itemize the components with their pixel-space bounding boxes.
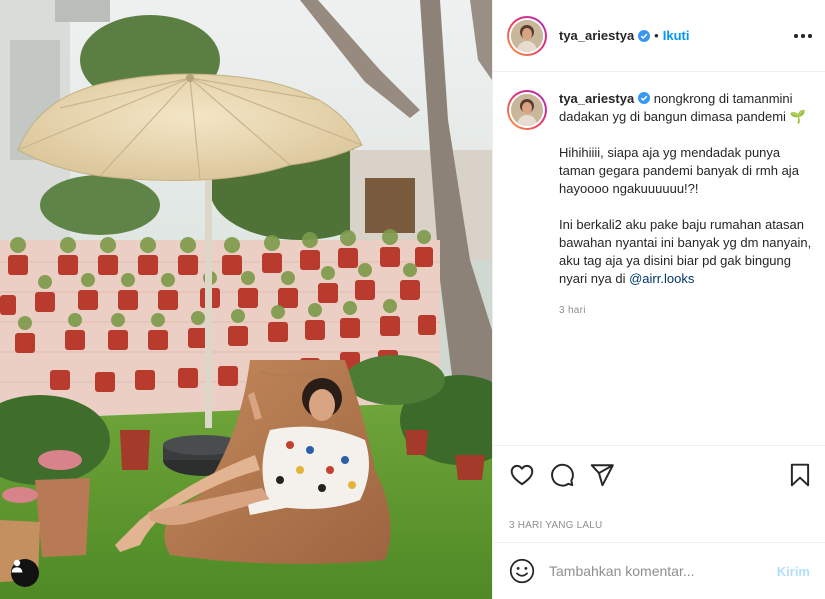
more-options-icon[interactable] <box>794 28 812 44</box>
header-username[interactable]: tya_ariestya <box>559 28 634 43</box>
post-date[interactable]: 3 HARI YANG LALU <box>509 520 602 531</box>
caption-text-2: Hihihiiii, siapa aja yg mendadak punya t… <box>559 145 799 196</box>
more-dot <box>794 34 798 38</box>
comment-bar: Kirim <box>493 542 825 599</box>
caption-avatar <box>511 94 543 126</box>
avatar-ring-inner <box>509 17 545 54</box>
avatar <box>511 19 543 52</box>
post-side-panel: tya_ariestya • Ikuti tya_ariestya nongkr… <box>492 0 825 599</box>
post-comment-button[interactable]: Kirim <box>777 564 810 579</box>
caption-paragraph-3: Ini berkali2 aku pake baju rumahan atasa… <box>559 216 817 288</box>
mention-link[interactable]: @airr.looks <box>629 271 694 286</box>
caption-avatar-ring[interactable] <box>507 90 547 130</box>
comment-icon[interactable] <box>549 462 575 488</box>
bookmark-icon[interactable] <box>787 462 813 488</box>
follow-button[interactable]: Ikuti <box>663 28 690 43</box>
caption-body: tya_ariestya nongkrong di tamanmini dada… <box>559 90 817 320</box>
tagged-user-button[interactable] <box>11 559 39 587</box>
caption-paragraph-1: tya_ariestya nongkrong di tamanmini dada… <box>559 90 817 126</box>
caption-avatar-ring-inner <box>509 92 545 128</box>
person-icon <box>11 559 23 573</box>
garden-photo-illustration <box>0 0 492 599</box>
share-icon[interactable] <box>589 462 615 488</box>
caption-time[interactable]: 3 hari <box>559 302 817 320</box>
heart-icon[interactable] <box>509 462 535 488</box>
verified-badge-icon <box>638 29 651 42</box>
emoji-icon[interactable] <box>509 558 535 584</box>
more-dot <box>801 34 805 38</box>
more-dot <box>808 34 812 38</box>
comment-input[interactable] <box>549 563 765 579</box>
caption-username[interactable]: tya_ariestya <box>559 91 634 106</box>
avatar-story-ring[interactable] <box>507 15 547 56</box>
caption-block: tya_ariestya nongkrong di tamanmini dada… <box>507 90 819 320</box>
post-photo[interactable] <box>0 0 492 599</box>
action-bar <box>493 445 825 501</box>
instagram-post: tya_ariestya • Ikuti tya_ariestya nongkr… <box>0 0 825 599</box>
post-header: tya_ariestya • Ikuti <box>493 0 825 72</box>
caption-avatar-image <box>511 94 543 126</box>
avatar-image <box>511 19 543 52</box>
verified-badge-icon <box>638 92 651 104</box>
header-separator: • <box>654 28 659 43</box>
